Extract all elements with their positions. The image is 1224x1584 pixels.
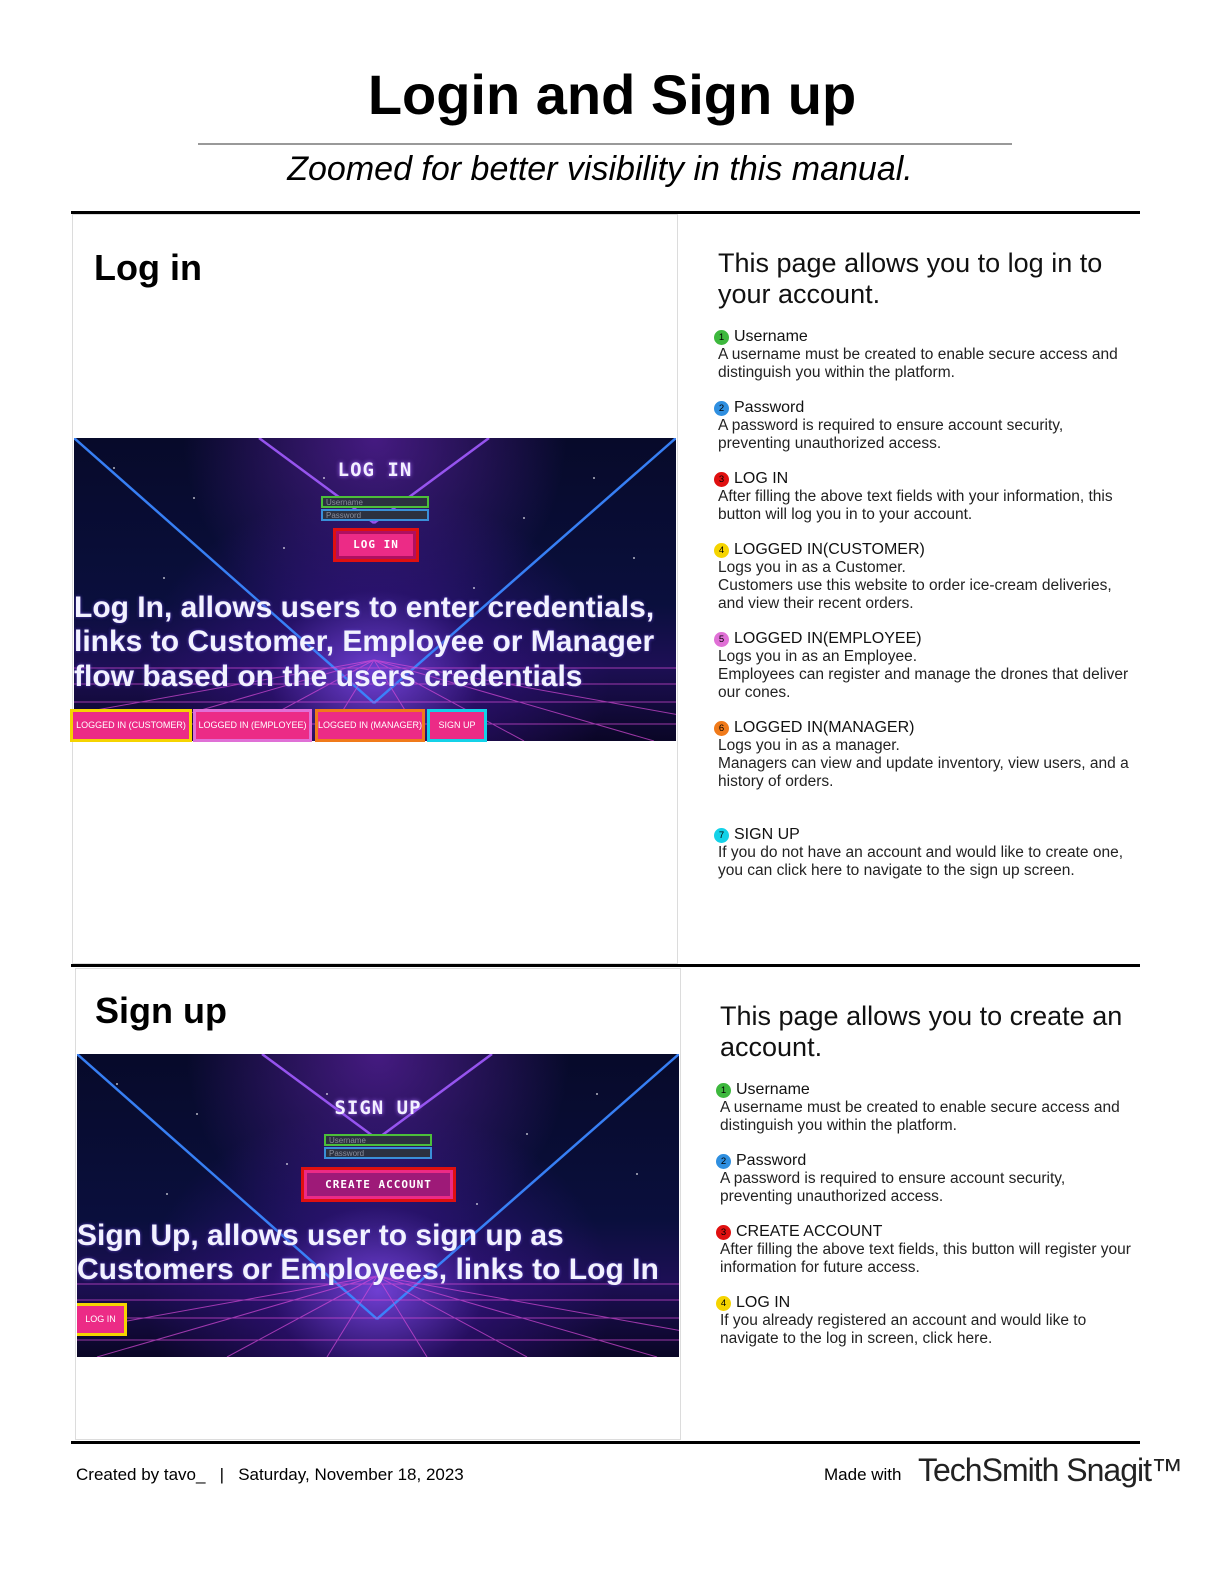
number-badge-icon: 2 [714, 400, 729, 416]
item-body: A username must be created to enable sec… [720, 1099, 1120, 1134]
login-heading: Log in [94, 247, 202, 288]
item-body: After filling the above text fields with… [718, 488, 1113, 523]
title-divider [198, 143, 1012, 145]
techsmith-snagit-logo: TechSmith Snagit™ [918, 1452, 1183, 1488]
signup-intro: This page allows you to create an accoun… [720, 1001, 1123, 1062]
item-body: A password is required to ensure account… [718, 417, 1064, 452]
login-overlay-line-3: flow based on the users credentials [74, 660, 583, 693]
signup-screen-title: SIGN UP [334, 1097, 422, 1119]
item-body: A password is required to ensure account… [720, 1170, 1066, 1205]
logged-in-manager-button[interactable]: LOGGED IN (MANAGER) [315, 709, 425, 742]
log-in-link-button[interactable]: LOG IN [77, 1303, 127, 1336]
item-title: CREATE ACCOUNT [736, 1223, 883, 1240]
item-body: After filling the above text fields, thi… [720, 1241, 1131, 1276]
login-item-username: 1 Username A username must be created to … [714, 328, 1118, 382]
password-input[interactable]: Password [324, 1147, 432, 1159]
login-overlay-line-2: links to Customer, Employee or Manager [74, 625, 655, 658]
username-input[interactable]: Username [324, 1134, 432, 1146]
login-item-employee: 5 LOGGED IN(EMPLOYEE) Logs you in as an E… [714, 630, 1128, 702]
footer-created-by: Created by tavo_ | Saturday, November 18… [76, 1465, 464, 1484]
sign-up-link-button[interactable]: SIGN UP [427, 709, 487, 742]
login-item-sign-up: 7 SIGN UP If you do not have an account a… [714, 826, 1123, 880]
signup-heading: Sign up [95, 990, 227, 1031]
item-body: Logs you in as a manager. Managers can v… [718, 737, 1129, 790]
number-badge-icon: 2 [716, 1153, 731, 1169]
login-screen-title: LOG IN [337, 459, 413, 481]
number-badge-icon: 5 [714, 631, 729, 647]
number-badge-icon: 6 [714, 720, 729, 736]
login-item-log-in: 3 LOG IN After filling the above text fie… [714, 470, 1113, 524]
number-badge-icon: 4 [716, 1295, 731, 1311]
item-title: LOGGED IN(MANAGER) [734, 719, 915, 736]
item-title: Password [736, 1152, 807, 1169]
number-badge-icon: 3 [716, 1224, 731, 1240]
login-intro: This page allows you to log in to your a… [718, 248, 1103, 309]
login-item-password: 2 Password A password is required to ensu… [714, 399, 1063, 453]
page-title: Login and Sign up [367, 63, 857, 126]
signup-item-username: 1 Username A username must be created to … [716, 1081, 1120, 1135]
neon-background [74, 438, 676, 741]
number-badge-icon: 7 [714, 827, 729, 843]
number-badge-icon: 1 [716, 1082, 731, 1098]
login-item-customer: 4 LOGGED IN(CUSTOMER) Logs you in as a Cu… [714, 541, 1112, 613]
create-account-button[interactable]: CREATE ACCOUNT [301, 1167, 456, 1202]
footer-made-with: Made with [824, 1465, 902, 1484]
item-title: LOGGED IN(CUSTOMER) [734, 541, 925, 558]
section-divider-bottom [71, 1441, 1140, 1444]
signup-overlay-line-2: Customers or Employees, links to Log In [77, 1253, 659, 1286]
number-badge-icon: 4 [714, 542, 729, 558]
item-title: LOG IN [736, 1294, 791, 1311]
signup-item-create-account: 3 CREATE ACCOUNT After filling the above … [716, 1223, 1131, 1277]
log-in-button[interactable]: LOG IN [333, 528, 419, 562]
item-body: Logs you in as a Customer. Customers use… [718, 559, 1112, 612]
page-subtitle: Zoomed for better visibility in this man… [287, 150, 913, 188]
login-screenshot: LOG IN Username Password LOG IN Log In, … [74, 438, 676, 741]
item-title: LOG IN [734, 470, 789, 487]
section-divider-middle [71, 964, 1140, 967]
signup-item-log-in: 4 LOG IN If you already registered an acc… [716, 1294, 1086, 1348]
login-item-manager: 6 LOGGED IN(MANAGER) Logs you in as a man… [714, 719, 1129, 791]
number-badge-icon: 1 [714, 329, 729, 345]
item-body: If you already registered an account and… [720, 1312, 1087, 1347]
signup-item-password: 2 Password A password is required to ensu… [716, 1152, 1065, 1206]
logged-in-customer-button[interactable]: LOGGED IN (CUSTOMER) [70, 709, 192, 742]
password-input[interactable]: Password [321, 509, 429, 521]
item-body: Logs you in as an Employee. Employees ca… [718, 648, 1129, 701]
signup-overlay-line-1: Sign Up, allows user to sign up as [77, 1219, 564, 1252]
item-body: If you do not have an account and would … [718, 844, 1123, 879]
item-title: SIGN UP [734, 826, 800, 843]
item-title: Password [734, 399, 805, 416]
item-title: LOGGED IN(EMPLOYEE) [734, 630, 922, 647]
signup-screenshot: SIGN UP Username Password CREATE ACCOUNT… [77, 1054, 679, 1357]
item-title: Username [736, 1081, 810, 1098]
number-badge-icon: 3 [714, 471, 729, 487]
login-overlay-line-1: Log In, allows users to enter credential… [74, 591, 655, 624]
item-body: A username must be created to enable sec… [718, 346, 1118, 381]
logged-in-employee-button[interactable]: LOGGED IN (EMPLOYEE) [193, 709, 312, 742]
username-input[interactable]: Username [321, 496, 429, 508]
item-title: Username [734, 328, 808, 345]
